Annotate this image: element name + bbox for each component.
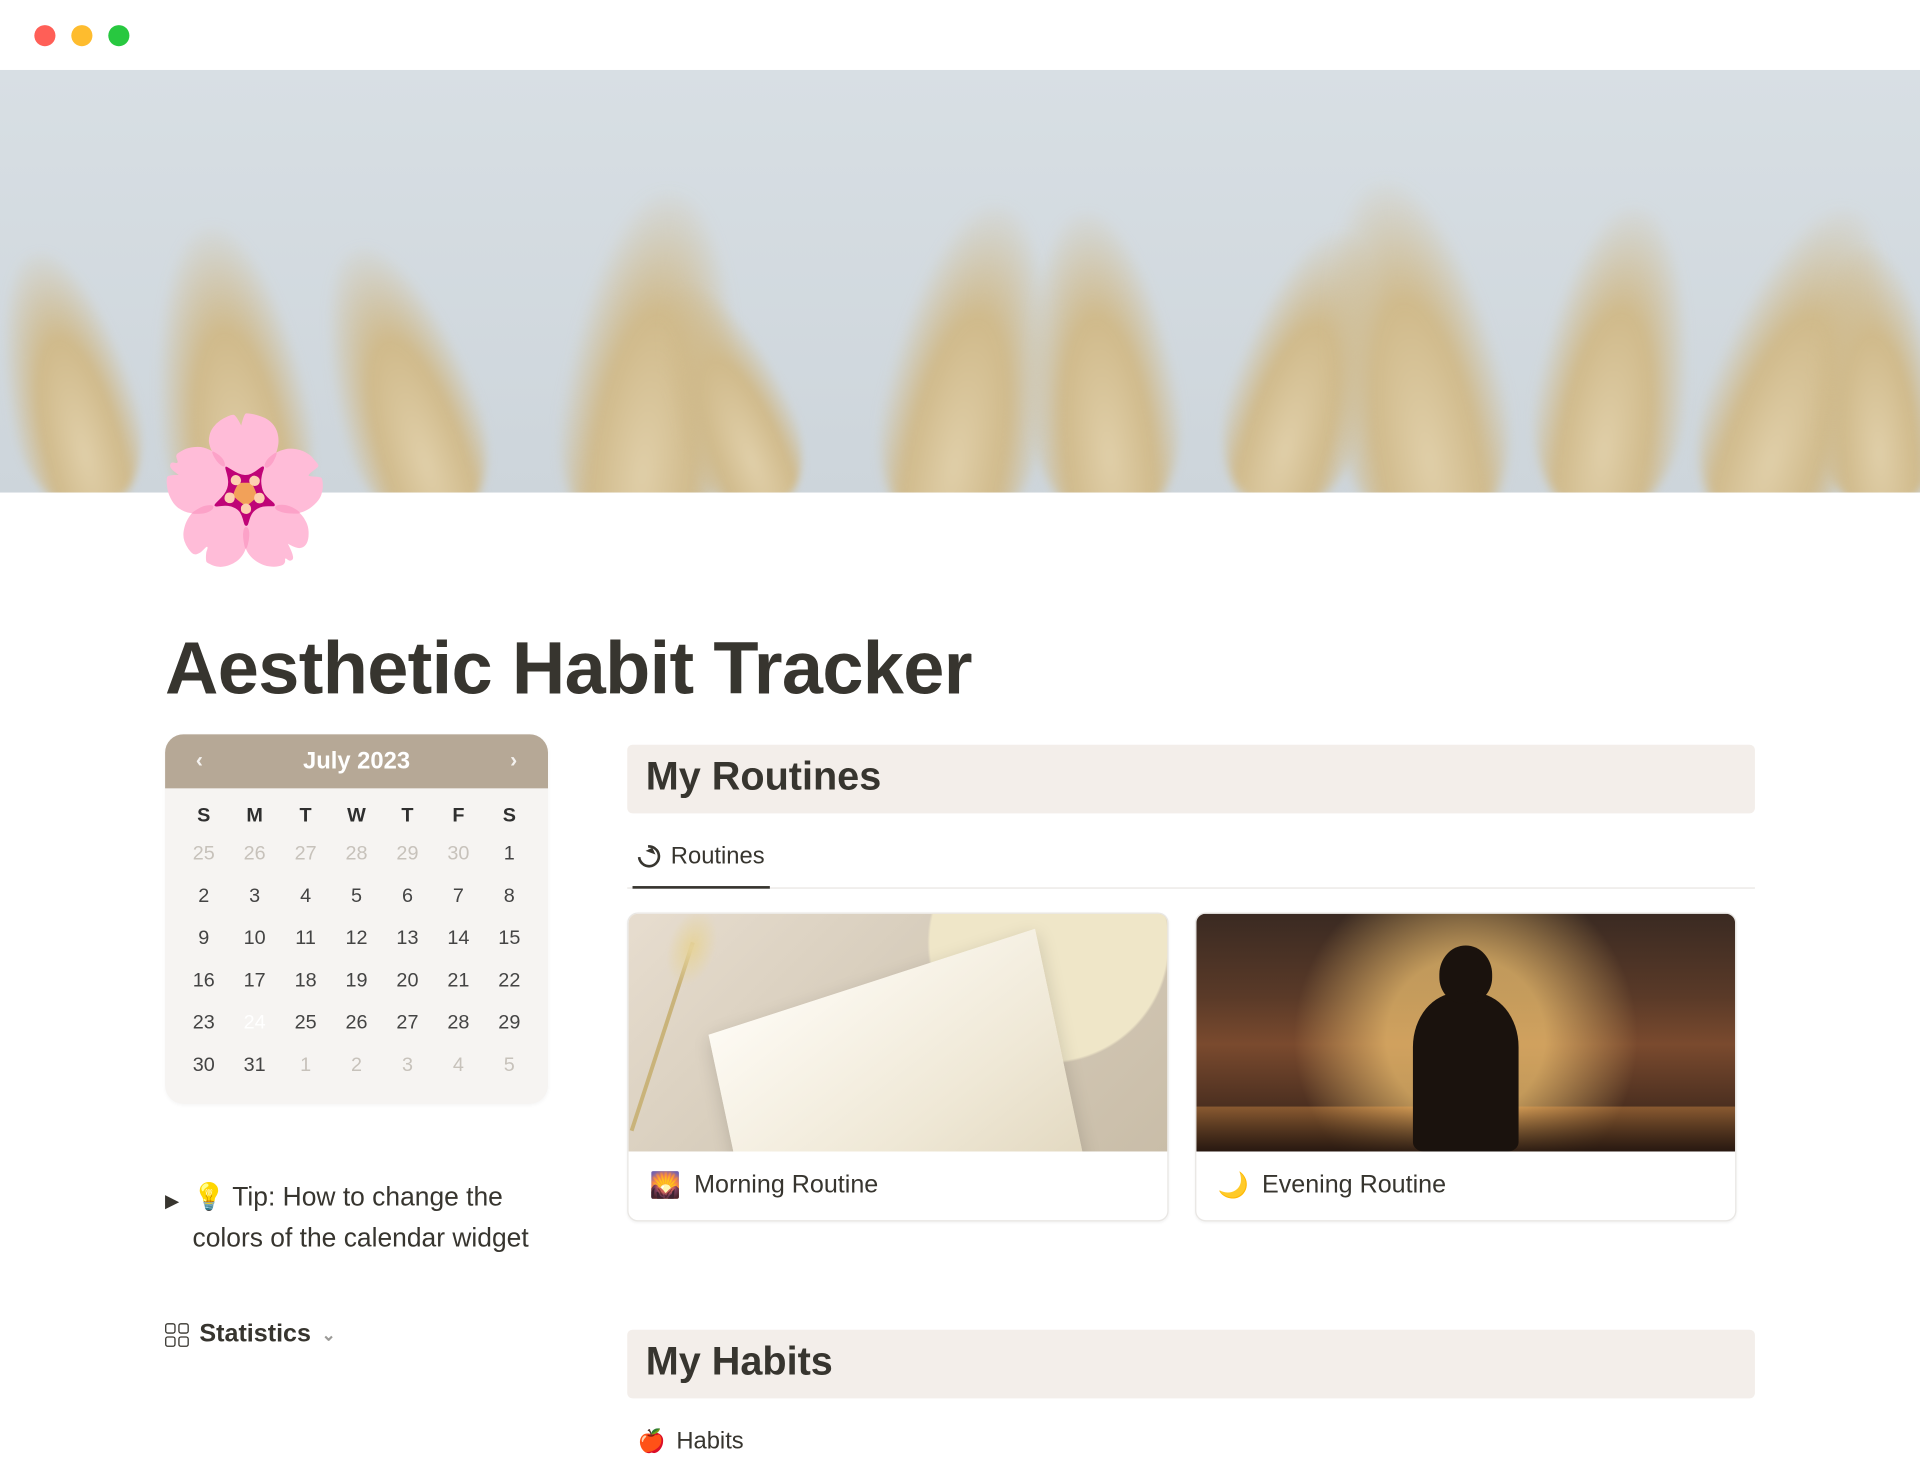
sunrise-icon: 🌄	[650, 1170, 681, 1202]
calendar-day-other-month[interactable]: 25	[178, 840, 229, 869]
calendar-dow: T	[382, 804, 433, 826]
calendar-day[interactable]: 11	[280, 924, 331, 953]
card-cover-image	[629, 914, 1168, 1152]
calendar-day-other-month[interactable]: 1	[280, 1051, 331, 1080]
calendar-day-other-month[interactable]: 26	[229, 840, 280, 869]
minimize-window-button[interactable]	[71, 24, 92, 45]
calendar-widget: ‹ July 2023 › SMTWTFS2526272829301234567…	[165, 734, 548, 1104]
tip-label: Tip: How to change the colors of the cal…	[193, 1183, 529, 1253]
calendar-day[interactable]: 31	[229, 1051, 280, 1080]
card-evening-routine[interactable]: 🌙 Evening Routine	[1195, 912, 1736, 1221]
calendar-day[interactable]: 20	[382, 967, 433, 996]
tab-habits[interactable]: 🍎 Habits	[633, 1417, 749, 1471]
calendar-day[interactable]: 15	[484, 924, 535, 953]
calendar-day[interactable]: 21	[433, 967, 484, 996]
calendar-day-other-month[interactable]: 30	[433, 840, 484, 869]
calendar-next-button[interactable]: ›	[500, 749, 526, 773]
zoom-window-button[interactable]	[108, 24, 129, 45]
calendar-day[interactable]: 30	[178, 1051, 229, 1080]
card-title: Evening Routine	[1262, 1171, 1446, 1200]
calendar-day[interactable]: 26	[331, 1009, 382, 1038]
habits-heading: My Habits	[646, 1340, 1737, 1385]
window-titlebar	[0, 0, 1920, 70]
calendar-day[interactable]: 1	[484, 840, 535, 869]
routines-heading: My Routines	[646, 755, 1737, 800]
habits-tabs: 🍎 Habits	[627, 1417, 1755, 1470]
calendar-day[interactable]: 25	[280, 1009, 331, 1038]
calendar-day[interactable]: 6	[382, 882, 433, 911]
calendar-day[interactable]: 8	[484, 882, 535, 911]
calendar-day[interactable]: 10	[229, 924, 280, 953]
tab-routines-label: Routines	[671, 842, 765, 870]
calendar-dow: W	[331, 804, 382, 826]
card-morning-routine[interactable]: 🌄 Morning Routine	[627, 912, 1168, 1221]
calendar-day[interactable]: 5	[331, 882, 382, 911]
apple-icon: 🍎	[638, 1430, 666, 1452]
page-icon[interactable]: 🌸	[156, 419, 334, 562]
calendar-day[interactable]: 14	[433, 924, 484, 953]
calendar-grid: SMTWTFS252627282930123456789101112131415…	[178, 804, 535, 1080]
calendar-day[interactable]: 18	[280, 967, 331, 996]
lightbulb-icon: 💡	[193, 1183, 226, 1212]
calendar-month-label: July 2023	[303, 747, 410, 775]
calendar-day-other-month[interactable]: 4	[433, 1051, 484, 1080]
calendar-prev-button[interactable]: ‹	[186, 749, 212, 773]
calendar-day[interactable]: 23	[178, 1009, 229, 1038]
calendar-day-other-month[interactable]: 3	[382, 1051, 433, 1080]
card-cover-image	[1196, 914, 1735, 1152]
calendar-day[interactable]: 7	[433, 882, 484, 911]
calendar-day[interactable]: 12	[331, 924, 382, 953]
chevron-down-icon: ⌄	[322, 1324, 336, 1345]
card-title: Morning Routine	[694, 1171, 878, 1200]
routines-tabs: Routines	[627, 832, 1755, 889]
calendar-day-other-month[interactable]: 28	[331, 840, 382, 869]
statistics-label: Statistics	[199, 1320, 311, 1349]
calendar-day[interactable]: 17	[229, 967, 280, 996]
calendar-dow: M	[229, 804, 280, 826]
page-title[interactable]: Aesthetic Habit Tracker	[165, 625, 1755, 711]
calendar-day[interactable]: 27	[382, 1009, 433, 1038]
habits-heading-block: My Habits	[627, 1330, 1755, 1399]
calendar-day[interactable]: 19	[331, 967, 382, 996]
calendar-day-today[interactable]: 24	[229, 1009, 280, 1038]
tip-text: 💡 Tip: How to change the colors of the c…	[193, 1178, 549, 1260]
gallery-icon	[165, 1323, 189, 1347]
calendar-day[interactable]: 2	[178, 882, 229, 911]
tip-toggle[interactable]: ▶ 💡 Tip: How to change the colors of the…	[165, 1178, 548, 1260]
calendar-day[interactable]: 29	[484, 1009, 535, 1038]
calendar-day[interactable]: 16	[178, 967, 229, 996]
calendar-dow: F	[433, 804, 484, 826]
routines-heading-block: My Routines	[627, 745, 1755, 814]
calendar-header: ‹ July 2023 ›	[165, 734, 548, 788]
moon-icon: 🌙	[1217, 1170, 1248, 1202]
calendar-dow: S	[484, 804, 535, 826]
calendar-day[interactable]: 13	[382, 924, 433, 953]
calendar-day-other-month[interactable]: 2	[331, 1051, 382, 1080]
refresh-icon	[638, 845, 660, 867]
calendar-day[interactable]: 28	[433, 1009, 484, 1038]
calendar-day[interactable]: 22	[484, 967, 535, 996]
calendar-dow: T	[280, 804, 331, 826]
calendar-day[interactable]: 3	[229, 882, 280, 911]
calendar-dow: S	[178, 804, 229, 826]
tab-habits-label: Habits	[676, 1427, 743, 1455]
close-window-button[interactable]	[34, 24, 55, 45]
calendar-day-other-month[interactable]: 29	[382, 840, 433, 869]
routines-cards: 🌄 Morning Routine 🌙 Evening Routine	[627, 912, 1755, 1221]
calendar-day-other-month[interactable]: 5	[484, 1051, 535, 1080]
tab-routines[interactable]: Routines	[633, 832, 770, 889]
calendar-day-other-month[interactable]: 27	[280, 840, 331, 869]
calendar-day[interactable]: 4	[280, 882, 331, 911]
calendar-day[interactable]: 9	[178, 924, 229, 953]
toggle-triangle-icon: ▶	[165, 1187, 179, 1260]
statistics-link[interactable]: Statistics ⌄	[165, 1320, 548, 1349]
